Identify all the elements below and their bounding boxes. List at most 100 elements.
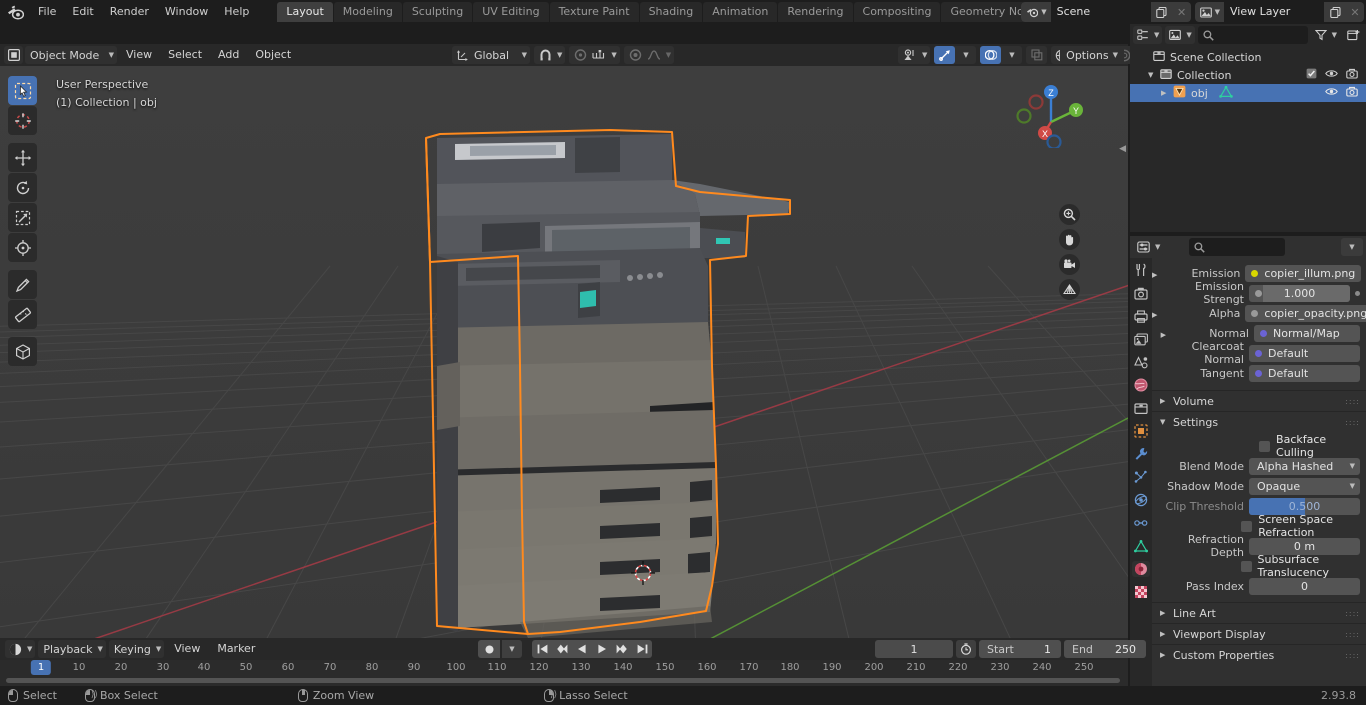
toggle-xray-button[interactable] <box>1026 46 1047 64</box>
jump-end-icon[interactable] <box>632 640 652 658</box>
outliner-display-mode-icon[interactable]: ▼ <box>1133 26 1163 44</box>
unlink-scene-icon[interactable]: ✕ <box>1172 2 1191 22</box>
subsurface-translucency-checkbox[interactable] <box>1240 560 1252 572</box>
keying-set-dropdown[interactable]: ▼ <box>502 640 522 658</box>
property-value-emission-strength[interactable]: 1.000 <box>1249 284 1350 302</box>
panel-header-settings[interactable]: ▼ Settings :::: <box>1152 411 1366 432</box>
menu-window[interactable]: Window <box>157 3 216 21</box>
new-collection-icon[interactable] <box>1343 26 1363 44</box>
panel-header-volume[interactable]: ▶ Volume :::: <box>1152 390 1366 411</box>
pass-index-field[interactable]: 0 <box>1249 577 1360 595</box>
expand-arrow-icon[interactable]: ▶ <box>1152 311 1157 319</box>
tab-collection[interactable] <box>1132 400 1150 416</box>
workspace-tab-rendering[interactable]: Rendering <box>778 2 853 22</box>
timeline-ruler[interactable]: 10 20 30 40 50 60 70 80 90 100 110 120 1… <box>0 660 1128 678</box>
viewport-menu-view[interactable]: View <box>119 46 159 64</box>
editor-type-timeline-icon[interactable]: ▼ <box>5 640 36 658</box>
workspace-tab-uv-editing[interactable]: UV Editing <box>473 2 549 22</box>
record-icon[interactable] <box>478 640 500 658</box>
stopwatch-icon[interactable] <box>956 640 976 658</box>
menu-help[interactable]: Help <box>216 3 257 21</box>
property-value-alpha[interactable]: copier_opacity.png <box>1245 304 1366 322</box>
tool-measure[interactable] <box>8 300 37 329</box>
view-layer-icon[interactable]: ▼ <box>1194 2 1224 22</box>
property-value-clearcoat-normal[interactable]: Default <box>1249 344 1360 362</box>
workspace-tab-animation[interactable]: Animation <box>703 2 778 22</box>
camera-icon[interactable] <box>1059 254 1080 275</box>
expand-arrow-icon[interactable]: ▼ <box>1148 71 1155 79</box>
transform-orientation-selector[interactable]: Global ▼ <box>452 46 530 64</box>
workspace-tab-sculpting[interactable]: Sculpting <box>402 2 473 22</box>
show-gizmo-toggle[interactable] <box>934 46 956 64</box>
tab-tool[interactable] <box>1132 262 1150 278</box>
keying-menu[interactable]: Keying ▼ <box>108 640 165 658</box>
timeline-playhead[interactable]: 1 <box>30 660 52 675</box>
overlay-options-dropdown[interactable]: ▼ <box>1001 46 1022 64</box>
new-view-layer-icon[interactable] <box>1324 2 1346 22</box>
eye-icon[interactable] <box>1325 68 1338 82</box>
workspace-tab-compositing[interactable]: Compositing <box>853 2 941 22</box>
show-overlays-toggle[interactable] <box>980 46 1002 64</box>
tab-render[interactable] <box>1132 285 1150 301</box>
unlink-view-layer-icon[interactable]: ✕ <box>1346 2 1364 22</box>
timeline-horizontal-scrollbar[interactable] <box>6 678 1120 683</box>
scene-selector[interactable]: ▼ Scene ✕ <box>1021 2 1191 22</box>
timeline-menu-view[interactable]: View <box>167 640 207 658</box>
property-value-tangent[interactable]: Default <box>1249 364 1360 382</box>
next-keyframe-icon[interactable] <box>612 640 632 658</box>
gizmo-options-dropdown[interactable]: ▼ <box>955 46 976 64</box>
collection-checkbox[interactable] <box>1306 68 1317 82</box>
tool-move[interactable] <box>8 143 37 172</box>
editor-type-properties-icon[interactable]: ▼ <box>1133 238 1164 256</box>
tab-output[interactable] <box>1132 308 1150 324</box>
start-frame-field[interactable]: Start 1 <box>979 640 1061 658</box>
menu-file[interactable]: File <box>30 3 64 21</box>
timeline-menu-marker[interactable]: Marker <box>210 640 262 658</box>
viewport-menu-object[interactable]: Object <box>248 46 298 64</box>
view-layer-name[interactable]: View Layer <box>1224 2 1324 22</box>
scene-icon[interactable]: ▼ <box>1021 2 1051 22</box>
outliner-row-collection[interactable]: ▼ Collection <box>1130 66 1366 84</box>
outliner-filter-button[interactable]: ▼ <box>1311 26 1340 44</box>
end-frame-field[interactable]: End 250 <box>1064 640 1146 658</box>
mode-selector[interactable]: Object Mode ▼ <box>25 46 117 64</box>
tab-scene[interactable] <box>1132 354 1150 370</box>
tab-modifier[interactable] <box>1132 446 1150 462</box>
tab-constraints[interactable] <box>1132 515 1150 531</box>
tab-particles[interactable] <box>1132 469 1150 485</box>
panel-header-custom-properties[interactable]: ▶ Custom Properties :::: <box>1152 644 1366 665</box>
tool-tweak-select[interactable] <box>8 76 37 105</box>
blender-logo-icon[interactable] <box>0 0 30 24</box>
tab-material[interactable] <box>1132 561 1150 577</box>
camera-restrict-icon[interactable] <box>1346 86 1358 100</box>
tab-physics[interactable] <box>1132 492 1150 508</box>
tool-scale[interactable] <box>8 203 37 232</box>
proportional-falloff-selector[interactable]: ▼ <box>623 46 675 64</box>
timeline-body[interactable]: 10 20 30 40 50 60 70 80 90 100 110 120 1… <box>0 660 1128 686</box>
expand-arrow-icon[interactable]: ▶ <box>1161 89 1168 97</box>
editor-type-3dview-icon[interactable] <box>4 46 23 64</box>
hand-icon[interactable] <box>1059 229 1080 250</box>
properties-options-dropdown[interactable]: ▼ <box>1341 238 1363 256</box>
grid-perspective-icon[interactable] <box>1059 279 1080 300</box>
mesh-data-icon[interactable] <box>1218 85 1233 101</box>
outliner-search-input[interactable] <box>1197 26 1308 44</box>
tool-add-cube[interactable] <box>8 337 37 366</box>
visibility-selector[interactable]: ▼ <box>898 46 931 64</box>
menu-render[interactable]: Render <box>102 3 157 21</box>
scene-name[interactable]: Scene <box>1050 2 1151 22</box>
blend-mode-dropdown[interactable]: Alpha Hashed ▼ <box>1249 457 1360 475</box>
playback-menu[interactable]: Playback ▼ <box>38 640 106 658</box>
properties-search-input[interactable] <box>1189 238 1286 256</box>
workspace-tab-modeling[interactable]: Modeling <box>333 2 402 22</box>
tab-view-layer[interactable] <box>1132 331 1150 347</box>
backface-culling-checkbox[interactable] <box>1259 440 1271 452</box>
tab-texture[interactable] <box>1132 584 1150 600</box>
refraction-depth-field[interactable]: 0 m <box>1249 537 1360 555</box>
new-scene-icon[interactable] <box>1150 2 1173 22</box>
screen-space-refraction-checkbox[interactable] <box>1241 520 1253 532</box>
tool-cursor[interactable] <box>8 106 37 135</box>
play-icon[interactable] <box>592 640 612 658</box>
view-layer-selector[interactable]: ▼ View Layer ✕ <box>1194 2 1364 22</box>
tool-transform[interactable] <box>8 233 37 262</box>
